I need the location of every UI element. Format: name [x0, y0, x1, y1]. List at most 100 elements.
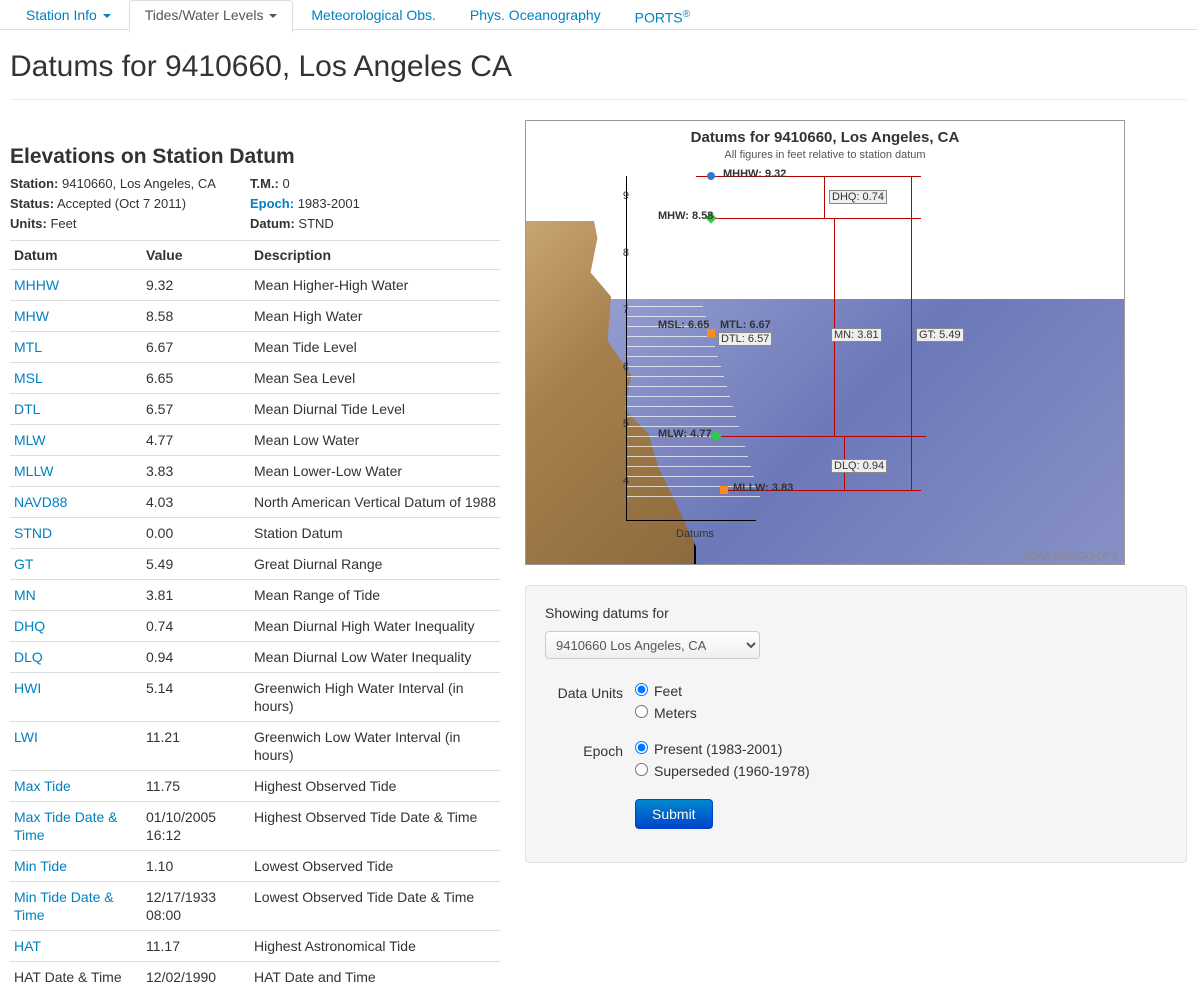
datum-link[interactable]: Min Tide [14, 858, 67, 874]
datum-value: 6.57 [142, 394, 250, 425]
y-axis [626, 176, 627, 521]
datum-value: 12/02/1990 [142, 962, 250, 993]
datum-desc: Mean High Water [250, 301, 500, 332]
range-dhq [824, 176, 825, 218]
datum-value: 01/10/2005 16:12 [142, 802, 250, 851]
table-row: HAT11.17Highest Astronomical Tide [10, 931, 500, 962]
datum-desc: Highest Observed Tide [250, 771, 500, 802]
marker-mhhw [707, 172, 715, 180]
chart-label-msl: MSL: 6.65 [656, 319, 711, 331]
datum-link[interactable]: MHW [14, 308, 49, 324]
nav-tab[interactable]: Phys. Oceanography [454, 0, 617, 33]
datum-desc: North American Vertical Datum of 1988 [250, 487, 500, 518]
datum-value: STND [298, 216, 333, 231]
datum-desc: Lowest Observed Tide [250, 851, 500, 882]
nav-tab[interactable]: Station Info [10, 0, 127, 33]
datum-value: 0.94 [142, 642, 250, 673]
chart-label-dtl: DTL: 6.57 [718, 332, 772, 346]
table-row: DLQ 0.94Mean Diurnal Low Water Inequality [10, 642, 500, 673]
datum-value: 4.03 [142, 487, 250, 518]
chart-subtitle: All figures in feet relative to station … [526, 149, 1124, 161]
range-mn [834, 218, 835, 436]
datum-link[interactable]: NAVD88 [14, 494, 67, 510]
datum-link[interactable]: STND [14, 525, 52, 541]
chart-label-dlq: DLQ: 0.94 [831, 459, 887, 473]
station-label: Station: [10, 176, 58, 191]
units-value: Feet [50, 216, 76, 231]
datum-link[interactable]: HWI [14, 680, 41, 696]
tm-value: 0 [283, 176, 290, 191]
page-title: Datums for 9410660, Los Angeles CA [10, 50, 1187, 100]
datums-form: Showing datums for 9410660 Los Angeles, … [525, 585, 1187, 863]
epoch-present-radio[interactable]: Present (1983-2001) [635, 741, 1167, 757]
datum-value: 3.81 [142, 580, 250, 611]
chart-label-mhhw: MHHW: 9.32 [721, 168, 788, 180]
units-group-label: Data Units [545, 683, 635, 701]
section-heading: Elevations on Station Datum [10, 145, 500, 169]
datum-link[interactable]: HAT [14, 938, 41, 954]
datum-desc: Mean Higher-High Water [250, 270, 500, 301]
epoch-label-link[interactable]: Epoch: [250, 196, 294, 211]
table-row: Min Tide1.10Lowest Observed Tide [10, 851, 500, 882]
datum-desc: Mean Diurnal Low Water Inequality [250, 642, 500, 673]
datum-link[interactable]: MHHW [14, 277, 59, 293]
chart-label-mhw: MHW: 8.58 [656, 210, 715, 222]
datum-link[interactable]: MN [14, 587, 36, 603]
table-row: Max Tide Date & Time01/10/2005 16:12High… [10, 802, 500, 851]
datum-value: 11.75 [142, 771, 250, 802]
datum-desc: Station Datum [250, 518, 500, 549]
datum-link[interactable]: LWI [14, 729, 38, 745]
datums-chart: Datums for 9410660, Los Angeles, CA All … [525, 120, 1125, 565]
datum-link[interactable]: MLLW [14, 463, 53, 479]
table-row: DHQ0.74Mean Diurnal High Water Inequalit… [10, 611, 500, 642]
datum-link[interactable]: DLQ [14, 649, 43, 665]
datum-value: 5.49 [142, 549, 250, 580]
range-gt [911, 176, 912, 490]
station-select[interactable]: 9410660 Los Angeles, CA [545, 631, 760, 659]
tm-label: T.M.: [250, 176, 279, 191]
datum-value: 6.65 [142, 363, 250, 394]
datum-value: 12/17/1933 08:00 [142, 882, 250, 931]
datum-link[interactable]: MLW [14, 432, 46, 448]
units-meters-radio[interactable]: Meters [635, 705, 1167, 721]
datum-link[interactable]: Max Tide Date & Time [14, 809, 118, 843]
datum-desc: Mean Low Water [250, 425, 500, 456]
datum-desc: HAT Date and Time [250, 962, 500, 993]
datum-link[interactable]: Max Tide [14, 778, 71, 794]
nav-tab[interactable]: Meteorological Obs. [295, 0, 452, 33]
chart-label-mn: MN: 3.81 [831, 328, 882, 342]
nav-tab[interactable]: PORTS® [619, 0, 706, 36]
datum-desc: Mean Range of Tide [250, 580, 500, 611]
datum-desc: Great Diurnal Range [250, 549, 500, 580]
table-row: HAT Date & Time12/02/1990HAT Date and Ti… [10, 962, 500, 993]
status-value: Accepted (Oct 7 2011) [57, 196, 186, 211]
epoch-superseded-radio[interactable]: Superseded (1960-1978) [635, 763, 1167, 779]
datum-link[interactable]: MTL [14, 339, 42, 355]
x-axis [626, 520, 756, 521]
datum-desc: Mean Diurnal Tide Level [250, 394, 500, 425]
nav-tab[interactable]: Tides/Water Levels [129, 0, 294, 33]
datum-value: 11.21 [142, 722, 250, 771]
chart-title: Datums for 9410660, Los Angeles, CA [526, 129, 1124, 146]
table-row: Max Tide 11.75Highest Observed Tide [10, 771, 500, 802]
datum-link[interactable]: DHQ [14, 618, 45, 634]
table-row: MN 3.81Mean Range of Tide [10, 580, 500, 611]
submit-button[interactable]: Submit [635, 799, 713, 829]
table-row: DTL 6.57Mean Diurnal Tide Level [10, 394, 500, 425]
table-row: MLLW3.83Mean Lower-Low Water [10, 456, 500, 487]
units-feet-radio[interactable]: Feet [635, 683, 1167, 699]
datum-value: 3.83 [142, 456, 250, 487]
datum-link[interactable]: GT [14, 556, 33, 572]
table-row: NAVD88 4.03North American Vertical Datum … [10, 487, 500, 518]
datum-link[interactable]: Min Tide Date & Time [14, 889, 114, 923]
marker-mllw [720, 486, 728, 494]
table-row: LWI11.21Greenwich Low Water Interval (in… [10, 722, 500, 771]
chart-label-gt: GT: 5.49 [916, 328, 964, 342]
datum-link[interactable]: DTL [14, 401, 40, 417]
table-row: MLW 4.77Mean Low Water [10, 425, 500, 456]
status-label: Status: [10, 196, 54, 211]
datum-value: 4.77 [142, 425, 250, 456]
datum-link[interactable]: MSL [14, 370, 43, 386]
table-row: MSL6.65Mean Sea Level [10, 363, 500, 394]
table-row: MHW8.58Mean High Water [10, 301, 500, 332]
